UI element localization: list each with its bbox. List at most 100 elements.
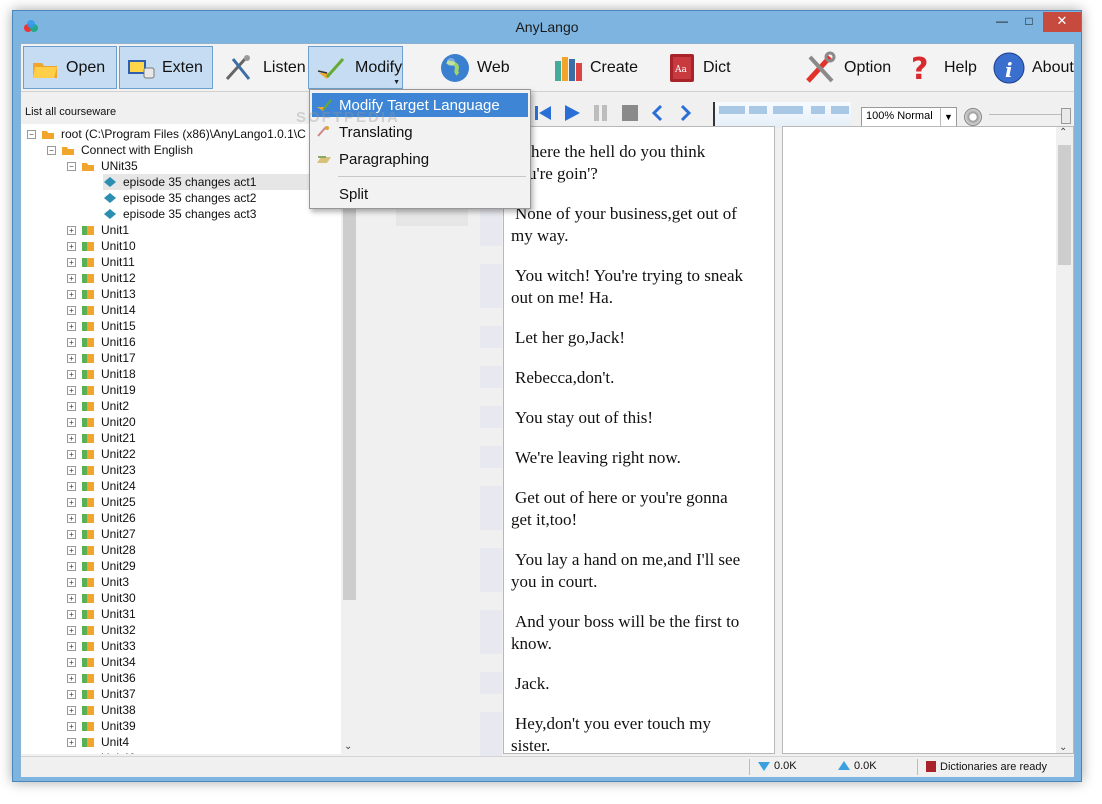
expand-icon[interactable]: + xyxy=(67,497,76,507)
tree-unit[interactable]: + Unit38 xyxy=(67,702,136,718)
expand-icon[interactable]: + xyxy=(67,417,76,427)
sentence[interactable]: Let her go,Jack! xyxy=(511,327,769,349)
sentence[interactable]: And your boss will be the first to know. xyxy=(511,611,769,655)
expand-icon[interactable]: + xyxy=(67,353,76,363)
open-button[interactable]: Open xyxy=(23,46,117,89)
listen-button[interactable]: Listen xyxy=(217,46,306,89)
tree-episode[interactable]: episode 35 changes act3 xyxy=(103,206,256,222)
volume-knob-icon[interactable] xyxy=(964,108,982,126)
tree-unit[interactable]: + Unit27 xyxy=(67,526,136,542)
sentence[interactable]: Get out of here or you're gonna get it,to… xyxy=(511,487,769,531)
scroll-up-arrow-icon[interactable]: ⌃ xyxy=(1059,127,1067,138)
expand-icon[interactable]: + xyxy=(67,609,76,619)
expand-icon[interactable]: + xyxy=(67,561,76,571)
collapse-icon[interactable]: − xyxy=(67,161,76,171)
tree-unit[interactable]: + Unit11 xyxy=(67,254,135,270)
expand-icon[interactable]: + xyxy=(67,657,76,667)
sentence-marker[interactable] xyxy=(480,326,502,348)
pause-icon[interactable] xyxy=(591,104,611,122)
expand-icon[interactable]: + xyxy=(67,705,76,715)
volume-slider[interactable] xyxy=(989,108,1071,124)
collapse-icon[interactable]: − xyxy=(47,145,56,155)
expand-icon[interactable]: + xyxy=(67,401,76,411)
expand-icon[interactable]: + xyxy=(67,721,76,731)
exten-button[interactable]: Exten xyxy=(119,46,213,89)
sentence-marker[interactable] xyxy=(480,486,502,530)
translation-scrollbar[interactable]: ⌃ ⌄ xyxy=(1056,127,1073,753)
expand-icon[interactable]: + xyxy=(67,273,76,283)
tree-unit[interactable]: + Unit3 xyxy=(67,574,129,590)
scroll-down-arrow-icon[interactable]: ⌄ xyxy=(344,741,352,752)
expand-icon[interactable]: + xyxy=(67,689,76,699)
play-icon[interactable] xyxy=(562,104,582,122)
tree-unit[interactable]: + Unit10 xyxy=(67,238,136,254)
help-button[interactable]: ? Help xyxy=(902,46,980,89)
expand-icon[interactable]: + xyxy=(67,753,76,754)
expand-icon[interactable]: + xyxy=(67,369,76,379)
previous-track-icon[interactable] xyxy=(533,104,553,122)
tree-unit[interactable]: + Unit32 xyxy=(67,622,136,638)
tree-unit[interactable]: + Unit23 xyxy=(67,462,136,478)
expand-icon[interactable]: + xyxy=(67,673,76,683)
expand-icon[interactable]: + xyxy=(67,241,76,251)
expand-icon[interactable]: + xyxy=(67,257,76,267)
sentence[interactable]: You witch! You're trying to sneak out on … xyxy=(511,265,769,309)
tree-unit[interactable]: + Unit40 xyxy=(67,750,136,754)
tree-unit[interactable]: + Unit13 xyxy=(67,286,136,302)
stop-icon[interactable] xyxy=(620,104,640,122)
tree-unit[interactable]: + Unit12 xyxy=(67,270,136,286)
tree-unit[interactable]: + Unit15 xyxy=(67,318,136,334)
translation-panel[interactable]: ⌃ ⌄ xyxy=(782,126,1074,754)
translation-scrollbar-thumb[interactable] xyxy=(1058,145,1071,265)
sentence[interactable]: You stay out of this! xyxy=(511,407,769,429)
sentence[interactable]: Where the hell do you think you're goin'? xyxy=(511,141,769,185)
menu-item-paragraphing[interactable]: Paragraphing xyxy=(312,147,528,171)
tree-group[interactable]: − Connect with English xyxy=(47,142,193,158)
sentence[interactable]: Hey,don't you ever touch my sister. xyxy=(511,713,769,753)
expand-icon[interactable]: + xyxy=(67,529,76,539)
back-arrow-icon[interactable] xyxy=(649,104,667,122)
volume-slider-thumb[interactable] xyxy=(1061,108,1071,124)
sentence[interactable]: You lay a hand on me,and I'll see you in … xyxy=(511,549,769,593)
expand-icon[interactable]: + xyxy=(67,641,76,651)
speed-select[interactable]: 100% Normal ▼ xyxy=(861,107,957,127)
expand-icon[interactable]: + xyxy=(67,737,76,747)
sentence[interactable]: Jack. xyxy=(511,673,769,695)
tree-unit[interactable]: + Unit20 xyxy=(67,414,136,430)
playback-progress-bar[interactable] xyxy=(713,102,851,128)
expand-icon[interactable]: + xyxy=(67,433,76,443)
scroll-down-arrow-icon[interactable]: ⌄ xyxy=(1059,742,1067,753)
expand-icon[interactable]: + xyxy=(67,481,76,491)
close-button[interactable]: ✕ xyxy=(1043,12,1081,32)
tree-unit[interactable]: + Unit34 xyxy=(67,654,136,670)
tree-unit[interactable]: + Unit16 xyxy=(67,334,136,350)
tree-unit[interactable]: + Unit33 xyxy=(67,638,136,654)
option-button[interactable]: Option xyxy=(796,46,894,89)
tree-unit[interactable]: + Unit25 xyxy=(67,494,136,510)
sentence-marker[interactable] xyxy=(480,712,502,756)
tree-unit[interactable]: + Unit29 xyxy=(67,558,136,574)
sentence-marker[interactable] xyxy=(480,548,502,592)
about-button[interactable]: i About xyxy=(986,46,1074,89)
tree-unit[interactable]: + Unit14 xyxy=(67,302,136,318)
dict-button[interactable]: Aa Dict xyxy=(661,46,741,89)
tree-unit[interactable]: + Unit36 xyxy=(67,670,136,686)
collapse-icon[interactable]: − xyxy=(27,129,36,139)
tree-root[interactable]: − root (C:\Program Files (x86)\AnyLango1… xyxy=(27,126,306,142)
web-button[interactable]: Web xyxy=(433,46,523,89)
sentence-marker[interactable] xyxy=(480,672,502,694)
expand-icon[interactable]: + xyxy=(67,321,76,331)
tree-scrollbar[interactable]: ⌄ xyxy=(341,124,358,754)
tree-unit[interactable]: + Unit26 xyxy=(67,510,136,526)
tree-unit[interactable]: + Unit30 xyxy=(67,590,136,606)
sentence-marker[interactable] xyxy=(480,406,502,428)
sentence[interactable]: None of your business,get out of my way. xyxy=(511,203,769,247)
create-button[interactable]: Create xyxy=(546,46,646,89)
expand-icon[interactable]: + xyxy=(67,593,76,603)
sentence-marker[interactable] xyxy=(480,446,502,468)
tree-unit[interactable]: + Unit22 xyxy=(67,446,136,462)
expand-icon[interactable]: + xyxy=(67,465,76,475)
expand-icon[interactable]: + xyxy=(67,449,76,459)
tree-unit[interactable]: + Unit24 xyxy=(67,478,136,494)
modify-button[interactable]: Modify ▼ xyxy=(308,46,403,89)
